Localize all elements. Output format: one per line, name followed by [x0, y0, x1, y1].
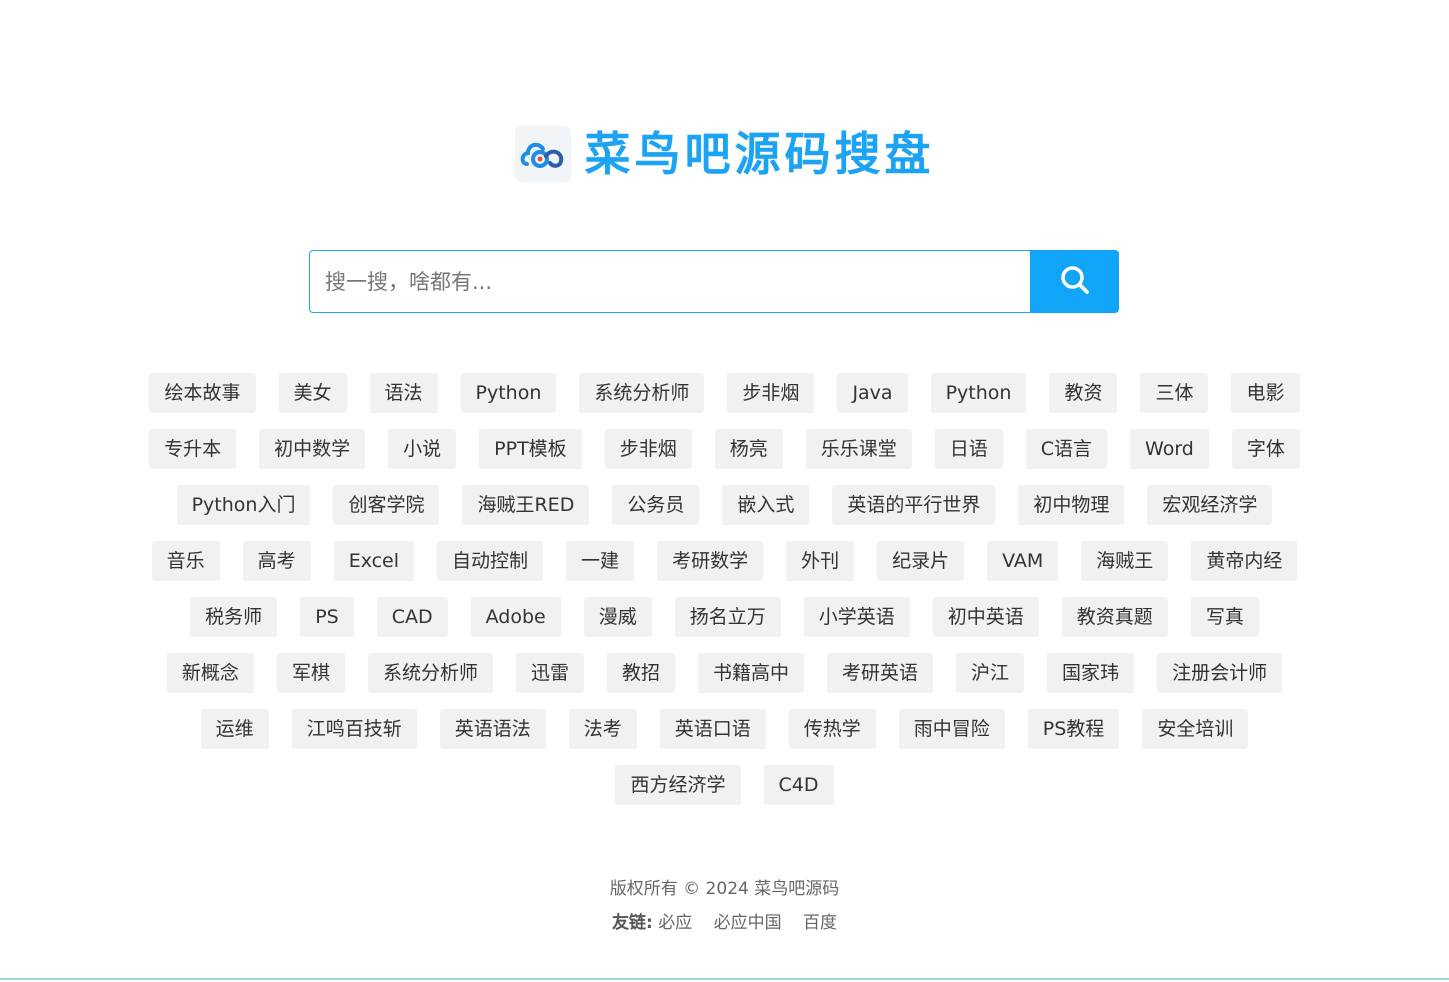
search-tag[interactable]: C4D [763, 765, 834, 805]
search-tag[interactable]: 英语口语 [659, 709, 766, 749]
search-tag[interactable]: 税务师 [190, 597, 278, 637]
search-tag[interactable]: 国家玮 [1047, 653, 1135, 693]
search-tag[interactable]: 海贼王 [1081, 541, 1169, 581]
search-tag[interactable]: 法考 [568, 709, 637, 749]
search-tag[interactable]: 小学英语 [803, 597, 910, 637]
search-tag[interactable]: 海贼王RED [462, 485, 590, 525]
copyright-text: 版权所有 © 2024 菜鸟吧源码 [609, 879, 840, 899]
search-tag[interactable]: 专升本 [149, 429, 237, 469]
search-tag[interactable]: Word [1130, 429, 1209, 469]
search-tag[interactable]: 美女 [278, 373, 347, 413]
friend-link-bing[interactable]: 必应 [658, 913, 692, 933]
search-tag[interactable]: 步非烟 [727, 373, 815, 413]
search-tag[interactable]: 系统分析师 [579, 373, 705, 413]
search-tag[interactable]: 日语 [934, 429, 1003, 469]
search-tag[interactable]: 西方经济学 [615, 765, 741, 805]
tag-row: Python入门 创客学院 海贼王RED 公务员 嵌入式 英语的平行世界 初中物理 宏观经济学 [100, 485, 1349, 525]
tag-row: 新概念 军棋 系统分析师 迅雷 教招 书籍高中 考研英语 沪江 国家玮 注册会计师 [100, 653, 1349, 693]
search-tag[interactable]: 传热学 [788, 709, 876, 749]
search-tag[interactable]: 安全培训 [1142, 709, 1249, 749]
search-tag[interactable]: 初中英语 [932, 597, 1039, 637]
search-tag[interactable]: Excel [333, 541, 415, 581]
search-tag[interactable]: Python [460, 373, 557, 413]
search-tag[interactable]: 电影 [1231, 373, 1300, 413]
search-tag[interactable]: 运维 [200, 709, 269, 749]
footer: 版权所有 © 2024 菜鸟吧源码 友链: 必应 必应中国 百度 [0, 876, 1449, 936]
tag-row: 西方经济学 C4D [100, 765, 1349, 805]
search-tag[interactable]: Java [837, 373, 908, 413]
search-tag[interactable]: PS教程 [1027, 709, 1120, 749]
tag-row: 绘本故事 美女 语法 Python 系统分析师 步非烟 Java Python 教资 三体 电影 [100, 373, 1349, 413]
search-tag[interactable]: 一建 [566, 541, 635, 581]
friend-links: 友链: 必应 必应中国 百度 [0, 910, 1449, 936]
search-tag[interactable]: Adobe [470, 597, 561, 637]
search-tag[interactable]: 书籍高中 [698, 653, 805, 693]
search-tag[interactable]: 写真 [1190, 597, 1259, 637]
search-tag[interactable]: 嵌入式 [722, 485, 810, 525]
search-tag[interactable]: 外刊 [786, 541, 855, 581]
search-tag[interactable]: 步非烟 [604, 429, 692, 469]
search-tag[interactable]: 英语的平行世界 [832, 485, 996, 525]
search-tag[interactable]: 新概念 [166, 653, 254, 693]
search-tag[interactable]: Python入门 [176, 485, 311, 525]
search-tag[interactable]: 自动控制 [437, 541, 544, 581]
site-title: 菜鸟吧源码搜盘 [584, 127, 935, 181]
search-bar [309, 250, 1119, 313]
search-tag[interactable]: Python [930, 373, 1027, 413]
search-tag[interactable]: 语法 [369, 373, 438, 413]
search-tag[interactable]: 黄帝内经 [1191, 541, 1298, 581]
search-tag[interactable]: 注册会计师 [1157, 653, 1283, 693]
friend-links-label: 友链: [611, 913, 653, 933]
search-tag[interactable]: PS [300, 597, 354, 637]
friend-link-bing-china[interactable]: 必应中国 [714, 913, 782, 933]
search-tag[interactable]: 军棋 [276, 653, 345, 693]
search-tag[interactable]: 绘本故事 [149, 373, 256, 413]
search-tag[interactable]: 乐乐课堂 [805, 429, 912, 469]
hot-search-tags: 绘本故事 美女 语法 Python 系统分析师 步非烟 Java Python 教资 三体 电影 专升… [100, 373, 1349, 805]
search-tag[interactable]: 教资 [1049, 373, 1118, 413]
search-tag[interactable]: 字体 [1231, 429, 1300, 469]
search-tag[interactable]: 教招 [606, 653, 675, 693]
search-tag[interactable]: 音乐 [151, 541, 220, 581]
search-input[interactable] [309, 250, 1030, 313]
search-tag[interactable]: 考研数学 [657, 541, 764, 581]
search-tag[interactable]: 杨亮 [714, 429, 783, 469]
search-tag[interactable]: 雨中冒险 [898, 709, 1005, 749]
search-tag[interactable]: 三体 [1140, 373, 1209, 413]
search-tag[interactable]: 初中物理 [1018, 485, 1125, 525]
friend-link-baidu[interactable]: 百度 [803, 913, 837, 933]
search-tag[interactable]: 扬名立万 [674, 597, 781, 637]
search-tag[interactable]: 初中数学 [259, 429, 366, 469]
search-tag[interactable]: 创客学院 [333, 485, 440, 525]
search-tag[interactable]: VAM [987, 541, 1059, 581]
search-tag[interactable]: 高考 [242, 541, 311, 581]
search-icon [1059, 264, 1091, 299]
search-tag[interactable]: 英语语法 [439, 709, 546, 749]
search-tag[interactable]: CAD [376, 597, 448, 637]
search-tag[interactable]: 纪录片 [877, 541, 965, 581]
cloud-link-icon [514, 126, 571, 182]
search-tag[interactable]: 教资真题 [1061, 597, 1168, 637]
search-tag[interactable]: C语言 [1025, 429, 1108, 469]
search-tag[interactable]: 沪江 [956, 653, 1025, 693]
tag-row: 税务师 PS CAD Adobe 漫威 扬名立万 小学英语 初中英语 教资真题 写真 [100, 597, 1349, 637]
search-tag[interactable]: 小说 [388, 429, 457, 469]
search-tag[interactable]: PPT模板 [479, 429, 582, 469]
search-tag[interactable]: 系统分析师 [367, 653, 493, 693]
tag-row: 音乐 高考 Excel 自动控制 一建 考研数学 外刊 纪录片 VAM 海贼王 黄帝内经 [100, 541, 1349, 581]
search-tag[interactable]: 迅雷 [515, 653, 584, 693]
search-tag[interactable]: 公务员 [612, 485, 700, 525]
bottom-divider [0, 978, 1449, 980]
search-tag[interactable]: 漫威 [583, 597, 652, 637]
tag-row: 专升本 初中数学 小说 PPT模板 步非烟 杨亮 乐乐课堂 日语 C语言 Word 字体 [100, 429, 1349, 469]
tag-row: 运维 江鸣百技斩 英语语法 法考 英语口语 传热学 雨中冒险 PS教程 安全培训 [100, 709, 1349, 749]
search-tag[interactable]: 江鸣百技斩 [291, 709, 417, 749]
search-tag[interactable]: 考研英语 [827, 653, 934, 693]
search-button[interactable] [1030, 250, 1119, 313]
brand-header: 菜鸟吧源码搜盘 [0, 124, 1449, 184]
search-tag[interactable]: 宏观经济学 [1147, 485, 1273, 525]
page: 菜鸟吧源码搜盘 绘本故事美女语法Python系统分析师步非烟JavaPython… [0, 0, 1449, 982]
